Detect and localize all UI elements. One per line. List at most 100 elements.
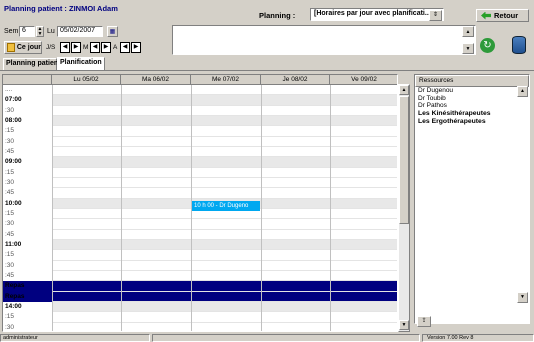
grid-row[interactable] (52, 178, 397, 189)
js-next-icon[interactable]: ▶ (71, 42, 81, 53)
resources-scroll-down-icon[interactable]: ▼ (517, 292, 528, 303)
day-header: Ma 06/02 (121, 75, 191, 85)
today-button[interactable]: Ce jour (4, 41, 42, 54)
planning-select[interactable]: [Horaires par jour avec planificati... ⇕ (310, 8, 444, 21)
tab-planning-patient-label: Planning patient (6, 60, 61, 67)
grid-row[interactable] (52, 312, 397, 323)
notes-scroll-down-icon[interactable]: ▼ (462, 43, 474, 54)
grid-row[interactable] (52, 250, 397, 261)
retour-arrow-icon (481, 11, 491, 20)
grid-row[interactable] (52, 230, 397, 240)
tab-divider (0, 70, 534, 71)
time-label: :30 (5, 137, 15, 145)
grid-row[interactable] (52, 115, 397, 127)
time-label: 10:00 (5, 199, 22, 207)
schedule-grid[interactable]: Lu 05/02 Ma 06/02 Me 07/02 Je 08/02 Ve 0… (2, 74, 398, 332)
notes-scroll-up-icon[interactable]: ▲ (462, 26, 474, 37)
grid-row[interactable] (52, 239, 397, 251)
resources-scroll-up-icon[interactable]: ▲ (517, 86, 528, 97)
date-input[interactable]: 05/02/2007 (57, 26, 103, 37)
resource-item[interactable]: Dr Pathos (415, 102, 529, 110)
grid-scroll-thumb[interactable] (399, 96, 409, 224)
day-label: Lu (47, 28, 55, 35)
date-value: 05/02/2007 (60, 27, 96, 34)
time-label: :45 (5, 189, 15, 197)
resources-action-button[interactable]: ⇪ (417, 316, 431, 327)
resource-item[interactable]: Dr Toubib (415, 95, 529, 103)
js-label: J/S (46, 44, 56, 51)
js-prev-icon[interactable]: ◀ (60, 42, 70, 53)
sem-spinner[interactable]: ▲ ▼ (36, 26, 44, 37)
grid-row[interactable] (52, 291, 397, 302)
grid-scroll-down-icon[interactable]: ▼ (399, 320, 409, 330)
time-label: .... (5, 86, 13, 93)
resource-item[interactable]: Les Kinésithérapeutes (415, 110, 529, 118)
time-label: :45 (5, 147, 15, 155)
a-next-icon[interactable]: ▶ (131, 42, 141, 53)
m-label: M (83, 44, 89, 51)
sem-value: 6 (22, 27, 26, 34)
time-label: :45 (5, 271, 15, 279)
time-label: :15 (5, 251, 15, 259)
tab-planification[interactable]: Planification (57, 57, 105, 70)
grid-row[interactable] (52, 157, 397, 168)
grid-row[interactable] (52, 126, 397, 137)
tab-planning-patient[interactable]: Planning patient (3, 58, 61, 70)
grid-row[interactable] (52, 147, 397, 158)
day-header: Me 07/02 (191, 75, 261, 85)
status-version: Version 7.00 Rev 8 (427, 335, 474, 341)
time-label: Repas (3, 281, 52, 292)
grid-row[interactable] (52, 323, 397, 331)
grid-row[interactable] (52, 106, 397, 116)
tab-planification-label: Planification (60, 59, 102, 66)
day-header: Lu 05/02 (52, 75, 121, 85)
database-icon[interactable] (512, 36, 526, 54)
appointment-label: 10 h 00 - Dr Dugeno (194, 203, 249, 209)
time-label: :15 (5, 209, 15, 217)
planning-label: Planning : (259, 11, 296, 20)
m-next-icon[interactable]: ▶ (101, 42, 111, 53)
today-calendar-icon (7, 43, 15, 52)
time-label: 09:00 (5, 158, 22, 166)
grid-row[interactable] (52, 188, 397, 199)
time-label: :30 (5, 261, 15, 269)
time-label: 08:00 (5, 116, 22, 124)
a-prev-icon[interactable]: ◀ (120, 42, 130, 53)
resource-item[interactable]: Dr Dugenou (415, 87, 529, 95)
window-title: Planning patient : ZINMOI Adam (4, 4, 118, 13)
appointment-block[interactable]: 10 h 00 - Dr Dugeno (192, 201, 260, 211)
status-middle-panel (152, 334, 420, 342)
grid-scroll-up-icon[interactable]: ▲ (399, 85, 409, 95)
js-nav: ◀ ▶ (60, 42, 81, 53)
status-user: administrateur (3, 335, 38, 341)
refresh-icon[interactable]: ↻ (480, 38, 495, 53)
calendar-icon[interactable]: ▦ (107, 26, 118, 37)
grid-row[interactable] (52, 168, 397, 178)
grid-row[interactable] (52, 85, 397, 96)
notes-textarea[interactable] (172, 25, 476, 55)
retour-label: Retour (494, 11, 519, 20)
time-label: 07:00 (5, 96, 22, 104)
time-label: :30 (5, 220, 15, 228)
time-label: Repas (3, 291, 52, 302)
grid-row[interactable] (52, 301, 397, 313)
today-label: Ce jour (16, 44, 41, 51)
grid-row[interactable] (52, 261, 397, 271)
sem-input[interactable]: 6 (19, 26, 35, 37)
time-label: :15 (5, 168, 15, 176)
time-label: :30 (5, 178, 15, 186)
retour-button[interactable]: Retour (476, 9, 529, 22)
resources-header-label: Ressources (419, 77, 454, 84)
resources-panel[interactable]: Ressources Dr Dugenou Dr Toubib Dr Patho… (414, 74, 530, 324)
grid-row[interactable] (52, 95, 397, 106)
grid-row[interactable] (52, 137, 397, 147)
m-prev-icon[interactable]: ◀ (90, 42, 100, 53)
a-label: A (113, 44, 118, 51)
grid-row[interactable] (52, 281, 397, 292)
grid-row[interactable] (52, 271, 397, 282)
grid-row[interactable] (52, 219, 397, 230)
m-nav: ◀ ▶ (90, 42, 111, 53)
day-header: Ve 09/02 (330, 75, 397, 85)
dropdown-arrow-icon[interactable]: ⇕ (429, 10, 442, 21)
resource-item[interactable]: Les Ergothérapeutes (415, 118, 529, 126)
